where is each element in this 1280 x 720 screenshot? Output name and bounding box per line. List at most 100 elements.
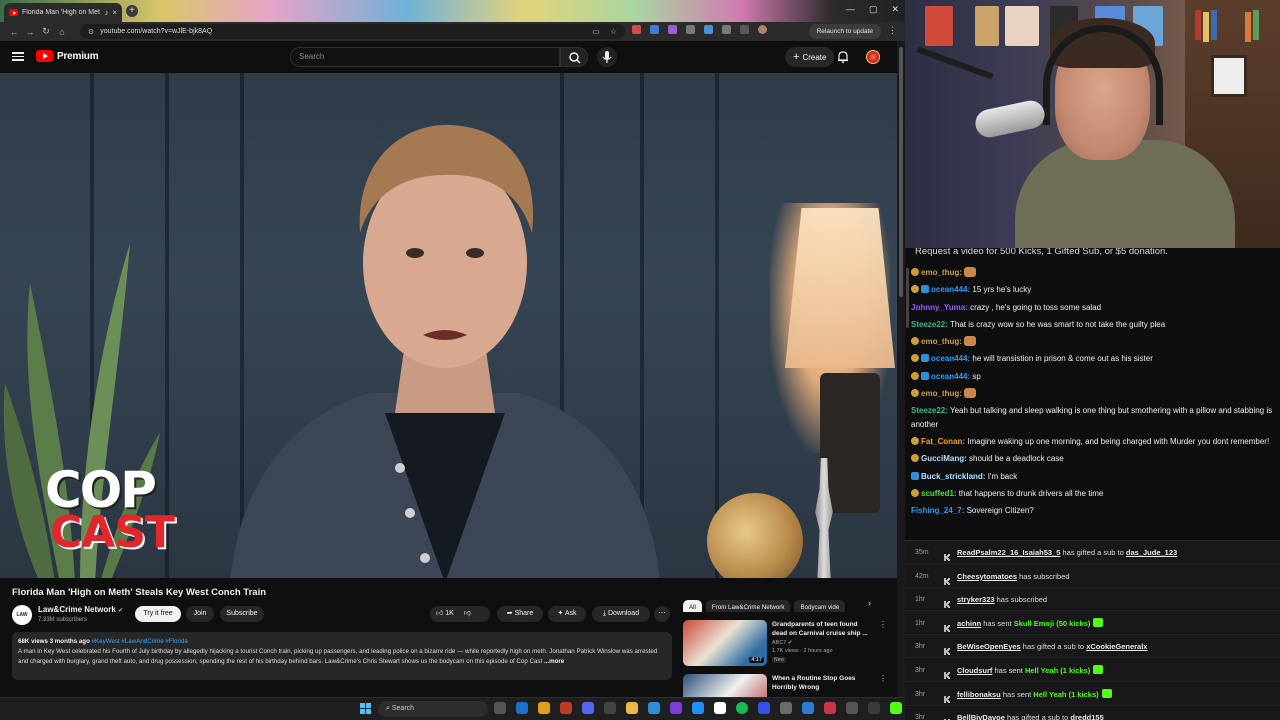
chat-username[interactable]: Steeze22: <box>911 320 948 329</box>
extension-icon[interactable] <box>632 25 641 34</box>
home-icon[interactable]: ⌂ <box>54 27 70 37</box>
app-icon[interactable] <box>846 702 858 714</box>
install-app-icon[interactable]: ▭ <box>592 27 600 36</box>
extension-icon[interactable] <box>686 25 695 34</box>
recommended-video-channel[interactable]: ABC7 ✔ <box>772 640 793 646</box>
kick-icon[interactable] <box>890 702 902 714</box>
close-window-icon[interactable]: ✕ <box>891 4 899 15</box>
event-target-username[interactable]: das_Jude_123 <box>1126 548 1177 557</box>
subscribe-button[interactable]: Subscribe <box>220 606 264 622</box>
chat-username[interactable]: Steeze22: <box>911 406 948 415</box>
share-button[interactable]: ➦ Share <box>497 606 543 622</box>
extension-icon[interactable] <box>704 25 713 34</box>
show-more-link[interactable]: ...more <box>544 658 564 665</box>
tab-youtube-video[interactable]: Florida Man 'High on Meth' ♪ × <box>4 3 122 22</box>
spotify-icon[interactable] <box>736 702 748 714</box>
vscode-icon[interactable] <box>758 702 770 714</box>
discord-icon[interactable] <box>582 702 594 714</box>
app-icon[interactable] <box>802 702 814 714</box>
thumbs-down-icon[interactable]: 👎︎ <box>464 610 471 617</box>
hamburger-menu-icon[interactable] <box>12 50 24 62</box>
event-username[interactable]: BellBivDavoe <box>957 713 1005 720</box>
event-username[interactable]: stryker323 <box>957 595 995 604</box>
edge-icon[interactable] <box>516 702 528 714</box>
chat-username[interactable]: Fat_Conan: <box>921 437 965 446</box>
kebab-menu-icon[interactable]: ⋮ <box>879 620 887 629</box>
taskbar-search[interactable]: ⌕ Search <box>378 701 488 717</box>
app-icon[interactable] <box>868 702 880 714</box>
windows-start-icon[interactable] <box>360 703 371 714</box>
app-icon[interactable] <box>670 702 682 714</box>
mail-icon[interactable] <box>648 702 660 714</box>
puzzle-icon[interactable] <box>722 25 731 34</box>
chevron-right-icon[interactable]: › <box>868 598 871 608</box>
event-username[interactable]: fellibonaksu <box>957 690 1001 699</box>
address-bar[interactable]: ⚙ youtube.com/watch?v=wJlE-bjk8AQ ▭ ☆ <box>80 24 625 39</box>
chat-username[interactable]: ocean444: <box>931 285 970 294</box>
chat-username[interactable]: scuffed1: <box>921 489 957 498</box>
video-player[interactable]: COP CAST <box>0 73 897 578</box>
browser-menu-icon[interactable]: ⋮ <box>888 25 897 36</box>
relaunch-to-update-button[interactable]: Relaunch to update <box>808 24 881 39</box>
recommended-video-title[interactable]: Grandparents of teen found dead on Carni… <box>772 620 872 638</box>
app-icon[interactable] <box>780 702 792 714</box>
more-actions-button[interactable]: ⋯ <box>654 606 670 622</box>
kebab-menu-icon[interactable]: ⋮ <box>879 674 887 683</box>
video-description[interactable]: 68K views 3 months ago #KeyWest #LawAndC… <box>12 632 672 680</box>
chip-filter[interactable]: From Law&Crime Network <box>705 600 791 612</box>
bookmark-star-icon[interactable]: ☆ <box>610 27 617 36</box>
chat-username[interactable]: ocean444: <box>931 372 970 381</box>
try-it-free-button[interactable]: Try it free <box>135 606 181 622</box>
file-explorer-icon[interactable] <box>626 702 638 714</box>
event-username[interactable]: achinn <box>957 619 981 628</box>
event-username[interactable]: Cloudsurf <box>957 666 992 675</box>
chip-filter[interactable]: All <box>683 600 702 612</box>
site-info-icon[interactable]: ⚙ <box>88 28 94 36</box>
video-thumbnail[interactable]: 4:17 <box>683 620 767 666</box>
speaker-icon[interactable]: ♪ <box>104 8 108 17</box>
task-view-icon[interactable] <box>494 702 506 714</box>
chat-username[interactable]: Fishing_24_7: <box>911 506 964 515</box>
like-dislike-group[interactable]: 👍︎ 1K 👎︎ <box>430 606 490 622</box>
chat-scrollbar[interactable] <box>905 266 910 536</box>
event-username[interactable]: ReadPsalm22_16_Isaiah53_5 <box>957 548 1060 557</box>
event-username[interactable]: Cheesytomatoes <box>957 572 1017 581</box>
event-target-username[interactable]: xCookieGeneralx <box>1086 642 1147 651</box>
back-icon[interactable]: ← <box>6 27 22 37</box>
channel-name[interactable]: Law&Crime Network ✔ <box>38 605 123 614</box>
search-input[interactable]: Search <box>290 47 560 67</box>
chat-username[interactable]: GucciMang: <box>921 454 967 463</box>
new-tab-button[interactable]: + <box>126 5 138 17</box>
recommended-video-title[interactable]: When a Routine Stop Goes Horribly Wrong <box>772 674 872 692</box>
app-icon[interactable] <box>692 702 704 714</box>
create-button[interactable]: + Create <box>785 47 835 67</box>
minimize-icon[interactable]: — <box>846 4 855 15</box>
notifications-bell-icon[interactable] <box>836 50 850 64</box>
chat-username[interactable]: ocean444: <box>931 354 970 363</box>
recommended-video[interactable]: When a Routine Stop Goes Horribly Wrong ⋮ <box>683 674 893 697</box>
chat-username[interactable]: Johnny_Yuma: <box>911 303 968 312</box>
event-username[interactable]: BeWiseOpenEyes <box>957 642 1021 651</box>
ask-button[interactable]: ✦ Ask <box>548 606 586 622</box>
reload-icon[interactable]: ↻ <box>38 26 54 37</box>
channel-avatar[interactable]: LAW CRIME <box>12 605 32 638</box>
video-thumbnail[interactable] <box>683 674 767 697</box>
voice-search-button[interactable] <box>597 47 617 67</box>
extension-icon[interactable] <box>650 25 659 34</box>
chat-username[interactable]: Buck_strickland: <box>921 472 985 481</box>
chat-username[interactable]: emo_thug: <box>921 268 962 277</box>
chat-username[interactable]: emo_thug: <box>921 389 962 398</box>
tab-close-icon[interactable]: × <box>112 8 117 17</box>
chrome-icon[interactable] <box>538 702 550 714</box>
thumbs-up-icon[interactable]: 👍︎ <box>436 610 443 617</box>
hashtags[interactable]: #KeyWest #LawAndCrime #Florida <box>92 638 188 645</box>
download-button[interactable]: ⤓ Download <box>592 606 650 622</box>
forward-icon[interactable]: → <box>22 27 38 37</box>
page-scrollbar[interactable] <box>897 41 905 697</box>
side-panel-icon[interactable] <box>740 25 749 34</box>
chip-filter[interactable]: Bodycam vide <box>794 600 846 612</box>
recommended-video[interactable]: 4:17 Grandparents of teen found dead on C… <box>683 620 893 672</box>
app-icon[interactable] <box>824 702 836 714</box>
chat-username[interactable]: emo_thug: <box>921 337 962 346</box>
search-button[interactable] <box>560 47 588 67</box>
